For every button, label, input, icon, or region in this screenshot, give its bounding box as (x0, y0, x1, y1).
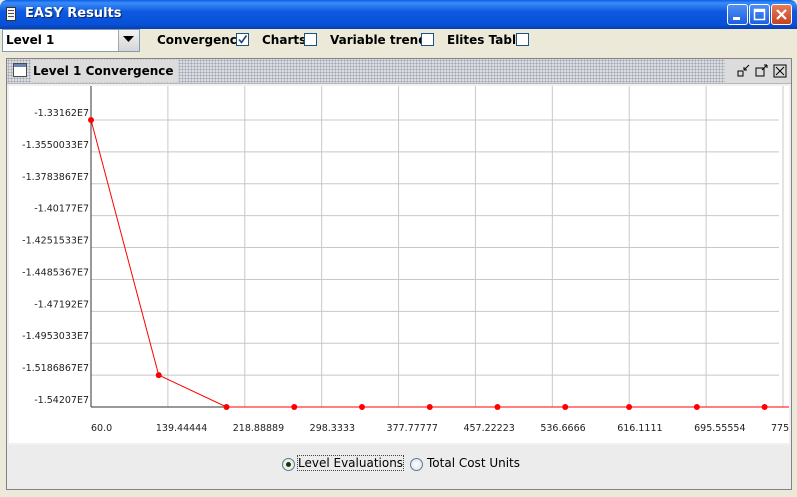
close-panel-icon[interactable] (773, 64, 787, 78)
x-axis-mode-bar: Level Evaluations Total Cost Units (7, 445, 791, 489)
x-tick-label: 616.1111 (617, 423, 662, 434)
data-point (88, 117, 94, 123)
y-tick-label: -1.40177E7 (34, 204, 89, 215)
x-tick-label: 775.0 (771, 423, 789, 434)
x-tick-label: 377.77777 (387, 423, 438, 434)
document-icon (6, 7, 16, 21)
level-select[interactable]: Level 1 (2, 29, 140, 52)
y-tick-label: -1.54207E7 (34, 395, 89, 406)
variable-trends-checkbox[interactable] (421, 33, 434, 46)
toolbar: Level 1 Convergence Charts Variable tren… (0, 29, 797, 53)
y-tick-label: -1.5186867E7 (22, 363, 89, 374)
iconify-icon[interactable] (737, 64, 751, 78)
level-evaluations-label[interactable]: Level Evaluations (296, 455, 405, 471)
dropdown-button[interactable] (118, 30, 139, 51)
data-point (358, 404, 365, 410)
data-point (693, 404, 700, 410)
data-point (494, 404, 501, 410)
y-tick-label: -1.4953033E7 (22, 331, 89, 342)
close-icon (776, 9, 787, 20)
y-tick-label: -1.3550033E7 (22, 140, 89, 151)
y-tick-label: -1.4485367E7 (22, 267, 89, 278)
maximize-icon (753, 8, 766, 21)
x-tick-label: 218.88889 (233, 423, 284, 434)
close-button[interactable] (771, 4, 792, 25)
window-title: EASY Results (25, 6, 122, 21)
panel-title: Level 1 Convergence (31, 60, 178, 82)
checkmark-icon (238, 35, 248, 44)
convergence-chart: -1.33162E7 -1.3550033E7 -1.3783867E7 -1.401… (9, 86, 797, 443)
x-tick-label: 695.55554 (694, 423, 745, 434)
chevron-down-icon (123, 36, 134, 42)
elites-table-checkbox[interactable] (516, 33, 529, 46)
x-tick-label: 298.3333 (310, 423, 355, 434)
data-point (223, 404, 230, 410)
data-point (291, 404, 298, 410)
x-tick-label: 139.44444 (156, 423, 207, 434)
y-tick-label: -1.33162E7 (34, 108, 89, 119)
y-tick-label: -1.3783867E7 (22, 172, 89, 183)
maximize-panel-icon[interactable] (755, 64, 769, 78)
chart-canvas: -1.33162E7 -1.3550033E7 -1.3783867E7 -1.401… (22, 86, 797, 434)
elites-table-label[interactable]: Elites Table (447, 33, 524, 47)
data-point (426, 404, 433, 410)
charts-label[interactable]: Charts (262, 33, 306, 47)
maximize-button[interactable] (749, 4, 770, 25)
data-point (761, 404, 768, 410)
frame-icon (13, 63, 27, 77)
total-cost-units-label[interactable]: Total Cost Units (427, 456, 520, 470)
variable-trends-label[interactable]: Variable trends (330, 33, 434, 47)
level-select-value: Level 1 (6, 33, 55, 47)
level-evaluations-radio[interactable] (282, 458, 295, 471)
y-tick-label: -1.4251533E7 (22, 236, 89, 247)
minimize-button[interactable] (727, 4, 748, 25)
data-point (626, 404, 633, 410)
panel-title-bar[interactable]: Level 1 Convergence (7, 59, 791, 84)
data-point (562, 404, 569, 410)
minimize-icon (733, 17, 740, 20)
convergence-label[interactable]: Convergence (157, 33, 245, 47)
x-tick-label: 457.22223 (463, 423, 514, 434)
x-tick-label: 60.0 (91, 423, 112, 434)
convergence-panel: Level 1 Convergence -1.33162E7 -1.3550033… (6, 58, 797, 490)
charts-checkbox[interactable] (304, 33, 317, 46)
data-point (155, 372, 162, 379)
series-line (90, 119, 797, 408)
y-tick-label: -1.47192E7 (34, 299, 89, 310)
window-title-bar[interactable]: EASY Results (0, 0, 797, 29)
x-tick-label: 536.6666 (540, 423, 585, 434)
radio-selected-dot (286, 462, 291, 467)
panel-controls (725, 59, 791, 83)
convergence-checkbox[interactable] (236, 33, 249, 46)
total-cost-units-radio[interactable] (410, 458, 423, 471)
